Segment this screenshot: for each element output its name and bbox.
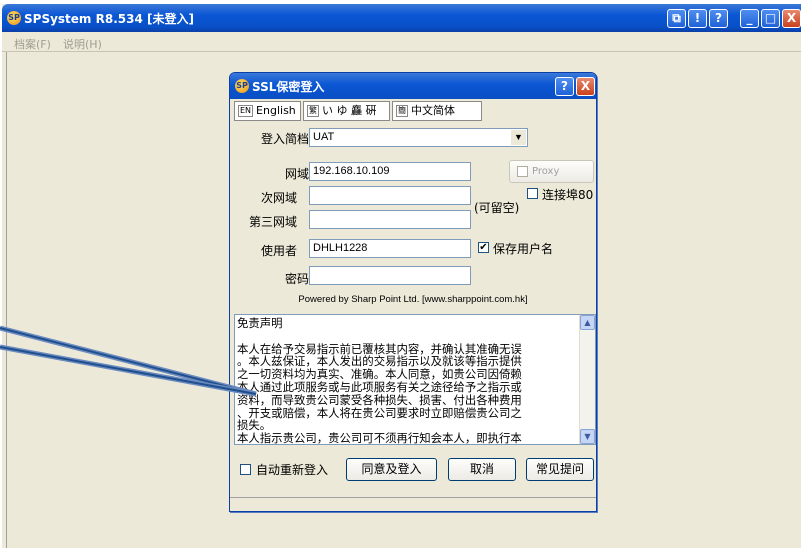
annotation-arrow-line: [0, 346, 257, 395]
annotation-arrow: [0, 325, 257, 397]
annotation-arrow-line: [0, 327, 257, 395]
